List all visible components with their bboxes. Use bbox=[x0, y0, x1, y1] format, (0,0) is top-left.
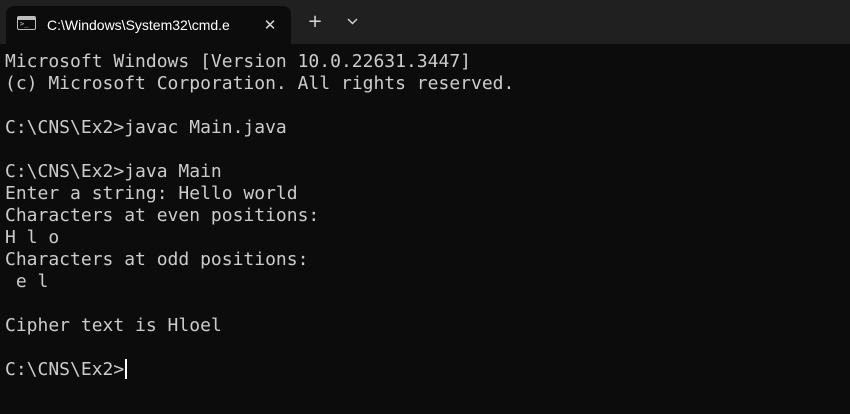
command-prompt-icon: >_ bbox=[17, 16, 36, 30]
console-output: Microsoft Windows [Version 10.0.22631.34… bbox=[5, 51, 514, 381]
console-line: Cipher text is Hloel bbox=[5, 315, 222, 336]
prompt-line[interactable]: C:\CNS\Ex2> bbox=[5, 359, 514, 381]
tab-bar: >_ C:\Windows\System32\cmd.e ✕ + bbox=[0, 0, 850, 44]
console-line: C:\CNS\Ex2>javac Main.java bbox=[5, 117, 287, 138]
prompt-text: C:\CNS\Ex2> bbox=[5, 359, 125, 380]
console-line: Enter a string: Hello world bbox=[5, 183, 298, 204]
close-icon[interactable]: ✕ bbox=[259, 14, 281, 36]
console-area[interactable]: Microsoft Windows [Version 10.0.22631.34… bbox=[0, 44, 850, 414]
chevron-down-icon[interactable] bbox=[339, 11, 365, 33]
console-line: H l o bbox=[5, 227, 60, 248]
tab-title: C:\Windows\System32\cmd.e bbox=[47, 17, 230, 33]
plus-icon[interactable]: + bbox=[302, 11, 328, 33]
tab-cmd[interactable]: >_ C:\Windows\System32\cmd.e ✕ bbox=[6, 6, 291, 44]
console-line: Characters at odd positions: bbox=[5, 249, 309, 270]
console-line: C:\CNS\Ex2>java Main bbox=[5, 161, 222, 182]
console-line: e l bbox=[5, 271, 49, 292]
console-line: (c) Microsoft Corporation. All rights re… bbox=[5, 73, 515, 94]
console-line: Characters at even positions: bbox=[5, 205, 320, 226]
terminal-window: >_ C:\Windows\System32\cmd.e ✕ + Microso… bbox=[0, 0, 850, 414]
text-cursor bbox=[125, 359, 128, 379]
console-line: Microsoft Windows [Version 10.0.22631.34… bbox=[5, 51, 471, 72]
